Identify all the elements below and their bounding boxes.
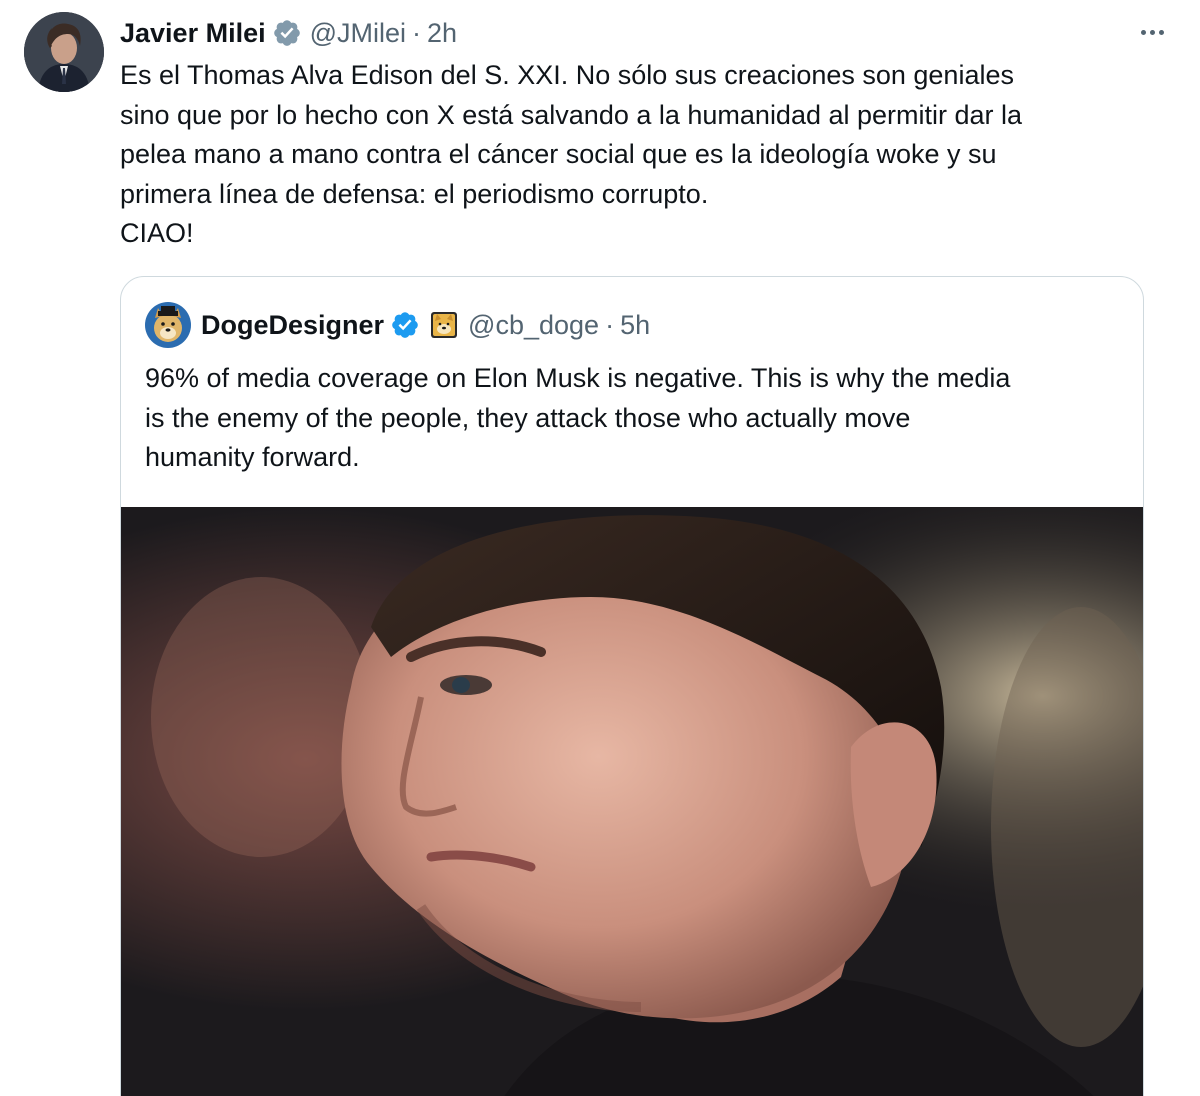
author-avatar[interactable]: [24, 12, 104, 92]
header-separator: ·: [412, 17, 422, 48]
quoted-tweet-header: DogeDesigner @cb_doge · 5h: [145, 302, 650, 348]
tweet-header: Javier Milei @JMilei · 2h: [120, 14, 457, 52]
tweet-body-line: Es el Thomas Alva Edison del S. XXI. No …: [120, 60, 1014, 90]
tweet-body-line: sino que por lo hecho con X está salvand…: [120, 99, 1023, 130]
quoted-author-handle[interactable]: @cb_doge: [468, 310, 599, 341]
quoted-tweet-body: 96% of media coverage on Elon Musk is ne…: [145, 359, 1125, 478]
tweet: Javier Milei @JMilei · 2h Es el Thomas A…: [0, 0, 1200, 1096]
author-name[interactable]: Javier Milei: [120, 18, 266, 49]
tweet-timestamp[interactable]: 2h: [427, 18, 457, 49]
more-options-icon[interactable]: [1134, 18, 1170, 46]
quoted-body-line: humanity forward.: [145, 442, 360, 472]
doge-emoji-icon: [430, 311, 458, 339]
portrait-photo[interactable]: [121, 507, 1143, 1096]
tweet-body-line: CIAO!: [120, 218, 194, 248]
verified-badge-icon[interactable]: [390, 310, 420, 340]
quoted-body-line: is the enemy of the people, they attack …: [145, 402, 911, 433]
tweet-body-line: primera línea de defensa: el periodismo …: [120, 178, 709, 209]
verified-badge-icon[interactable]: [272, 18, 302, 48]
quoted-author-avatar[interactable]: [145, 302, 191, 348]
author-handle[interactable]: @JMilei: [310, 18, 406, 49]
tweet-body: Es el Thomas Alva Edison del S. XXI. No …: [120, 56, 1180, 254]
quoted-tweet-timestamp[interactable]: 5h: [620, 310, 650, 341]
quoted-header-separator: ·: [605, 309, 615, 340]
quoted-author-name[interactable]: DogeDesigner: [201, 310, 384, 341]
tweet-body-line: pelea mano a mano contra el cáncer socia…: [120, 139, 997, 169]
quoted-body-line: 96% of media coverage on Elon Musk is ne…: [145, 363, 1011, 393]
quoted-tweet[interactable]: DogeDesigner @cb_doge · 5h 96% of media …: [120, 276, 1144, 1096]
